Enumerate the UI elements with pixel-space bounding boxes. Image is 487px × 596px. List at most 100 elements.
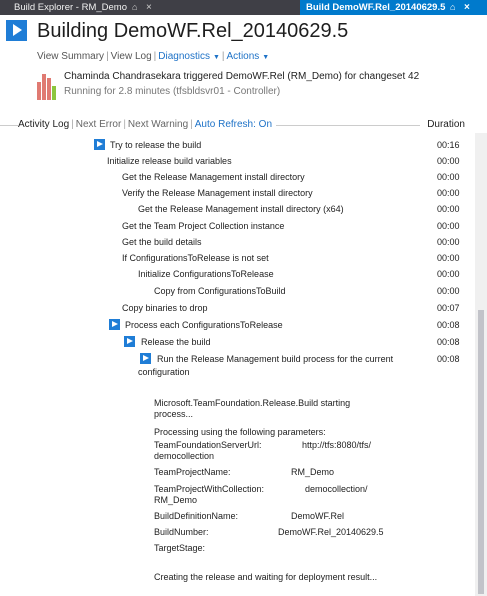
separator: | — [106, 51, 109, 62]
log-message: Creating the release and waiting for dep… — [154, 572, 378, 582]
log-step-duration: 00:00 — [437, 286, 460, 296]
param-name: TeamProjectName: — [154, 467, 231, 477]
log-message: Processing using the following parameter… — [154, 427, 326, 437]
next-warning-button[interactable]: Next Warning — [128, 119, 188, 130]
actions-menu[interactable]: Actions — [227, 51, 260, 62]
log-step-label: Get the build details — [122, 237, 202, 247]
param-value: DemoWF.Rel — [291, 511, 345, 521]
log-step-duration: 00:00 — [437, 269, 460, 279]
param-name: BuildDefinitionName: — [154, 511, 239, 521]
log-step-duration: 00:08 — [437, 337, 460, 347]
tab-label: Build DemoWF.Rel_20140629.5 — [306, 2, 446, 13]
log-row[interactable]: Get the build details 00:00 — [0, 235, 475, 251]
expand-icon[interactable] — [124, 336, 135, 347]
duration-header: Duration — [423, 118, 465, 132]
log-row[interactable]: Release the build 00:08 — [0, 335, 475, 351]
log-row[interactable]: If ConfigurationsToRelease is not set 00… — [0, 251, 475, 267]
log-row[interactable]: Get the Release Management install direc… — [0, 202, 475, 218]
history-bar[interactable] — [47, 78, 51, 100]
log-step-label: Initialize release build variables — [107, 156, 232, 166]
close-icon[interactable]: × — [464, 0, 470, 15]
param-value: DemoWF.Rel_20140629.5 — [278, 527, 384, 537]
param-name: BuildNumber: — [154, 527, 209, 537]
tab-build-details[interactable]: Build DemoWF.Rel_20140629.5 ⌂ × — [300, 0, 487, 15]
pin-icon[interactable]: ⌂ — [450, 0, 455, 15]
log-step-duration: 00:08 — [437, 320, 460, 330]
log-row[interactable]: Process each ConfigurationsToRelease 00:… — [0, 318, 475, 334]
close-icon[interactable]: × — [146, 0, 152, 15]
view-summary-link[interactable]: View Summary — [37, 51, 104, 62]
log-step-label: Process each ConfigurationsToRelease — [125, 320, 283, 330]
log-row[interactable]: Try to release the build 00:16 — [0, 138, 475, 154]
history-bar[interactable] — [52, 86, 56, 100]
auto-refresh-toggle[interactable]: Auto Refresh: On — [195, 119, 272, 130]
log-step-duration: 00:00 — [437, 188, 460, 198]
log-step-duration: 00:07 — [437, 303, 460, 313]
build-history-chart[interactable] — [37, 74, 57, 100]
log-step-label: Run the Release Management build process… — [157, 354, 394, 364]
next-error-button[interactable]: Next Error — [76, 119, 122, 130]
log-step-label: Copy binaries to drop — [122, 303, 208, 313]
log-step-label: Try to release the build — [110, 140, 202, 150]
log-step-label-continued: configuration — [138, 367, 190, 377]
log-row[interactable]: Get the Team Project Collection instance… — [0, 219, 475, 235]
build-running-icon — [6, 20, 27, 41]
log-step-duration: 00:00 — [437, 237, 460, 247]
separator: | — [221, 51, 225, 62]
separator: | — [123, 119, 126, 130]
log-nav: Activity Log | Next Error | Next Warning | Aut… — [18, 118, 277, 132]
log-step-duration: 00:00 — [437, 172, 460, 182]
divider — [270, 125, 420, 126]
diagnostics-menu[interactable]: Diagnostics — [158, 51, 210, 62]
log-step-duration: 00:00 — [437, 204, 460, 214]
log-step-label: If ConfigurationsToRelease is not set — [122, 253, 269, 263]
tab-build-explorer[interactable]: Build Explorer - RM_Demo ⌂ × — [0, 0, 300, 15]
history-bar[interactable] — [42, 74, 46, 100]
chevron-down-icon[interactable]: ▼ — [213, 54, 220, 61]
log-row[interactable]: Initialize release build variables 00:00 — [0, 154, 475, 170]
expand-icon[interactable] — [109, 319, 120, 330]
param-name: TargetStage: — [154, 543, 206, 553]
chevron-down-icon[interactable]: ▼ — [262, 54, 269, 61]
param-name: TeamProjectWithCollection: RM_Demo — [154, 484, 265, 505]
log-row[interactable]: Initialize ConfigurationsToRelease 00:00 — [0, 267, 475, 283]
log-step-label: Release the build — [141, 337, 211, 347]
history-bar[interactable] — [37, 82, 41, 100]
log-step-duration: 00:16 — [437, 140, 460, 150]
separator: | — [71, 119, 74, 130]
param-name: TeamFoundationServerUrl: democollection — [154, 440, 262, 461]
param-value: RM_Demo — [291, 467, 335, 477]
log-row[interactable]: Run the Release Management build process… — [0, 352, 475, 382]
log-row[interactable]: Copy from ConfigurationsToBuild 00:00 — [0, 284, 475, 300]
log-step-label: Initialize ConfigurationsToRelease — [138, 269, 274, 279]
pin-icon[interactable]: ⌂ — [132, 0, 137, 15]
expand-icon[interactable] — [94, 139, 105, 150]
page-title: Building DemoWF.Rel_20140629.5 — [37, 20, 349, 42]
log-step-duration: 00:00 — [437, 156, 460, 166]
log-step-label: Get the Team Project Collection instance — [122, 221, 285, 231]
log-step-duration: 00:00 — [437, 253, 460, 263]
document-tab-bar: Build Explorer - RM_Demo ⌂ × Build DemoW… — [0, 0, 487, 15]
view-log-link[interactable]: View Log — [111, 51, 152, 62]
running-status: Running for 2.8 minutes (tfsbldsvr01 - C… — [64, 86, 281, 97]
log-row[interactable]: Get the Release Management install direc… — [0, 170, 475, 186]
log-step-label: Get the Release Management install direc… — [122, 172, 305, 182]
param-value: http://tfs:8080/tfs/ — [302, 440, 372, 450]
expand-icon[interactable] — [140, 353, 151, 364]
log-row[interactable]: Copy binaries to drop 00:07 — [0, 301, 475, 317]
log-step-duration: 00:08 — [437, 354, 460, 364]
header-links: View Summary | View Log | Diagnostics ▼ | Actio… — [37, 51, 269, 62]
log-step-label: Copy from ConfigurationsToBuild — [154, 286, 286, 296]
log-step-duration: 00:00 — [437, 221, 460, 231]
trigger-info: Chaminda Chandrasekara triggered DemoWF.… — [64, 71, 420, 82]
log-toolbar: Activity Log | Next Error | Next Warning | Aut… — [0, 118, 487, 133]
scrollbar-thumb[interactable] — [478, 310, 484, 594]
activity-log[interactable]: Try to release the build 00:16 Initializ… — [0, 138, 475, 596]
log-step-label: Verify the Release Management install di… — [122, 188, 313, 198]
activity-log-tab[interactable]: Activity Log — [18, 119, 69, 130]
log-row[interactable]: Verify the Release Management install di… — [0, 186, 475, 202]
separator: | — [190, 119, 193, 130]
tab-label: Build Explorer - RM_Demo — [14, 2, 127, 13]
param-value: democollection/ — [305, 484, 368, 494]
log-message: Microsoft.TeamFoundation.Release.Build s… — [154, 398, 351, 419]
